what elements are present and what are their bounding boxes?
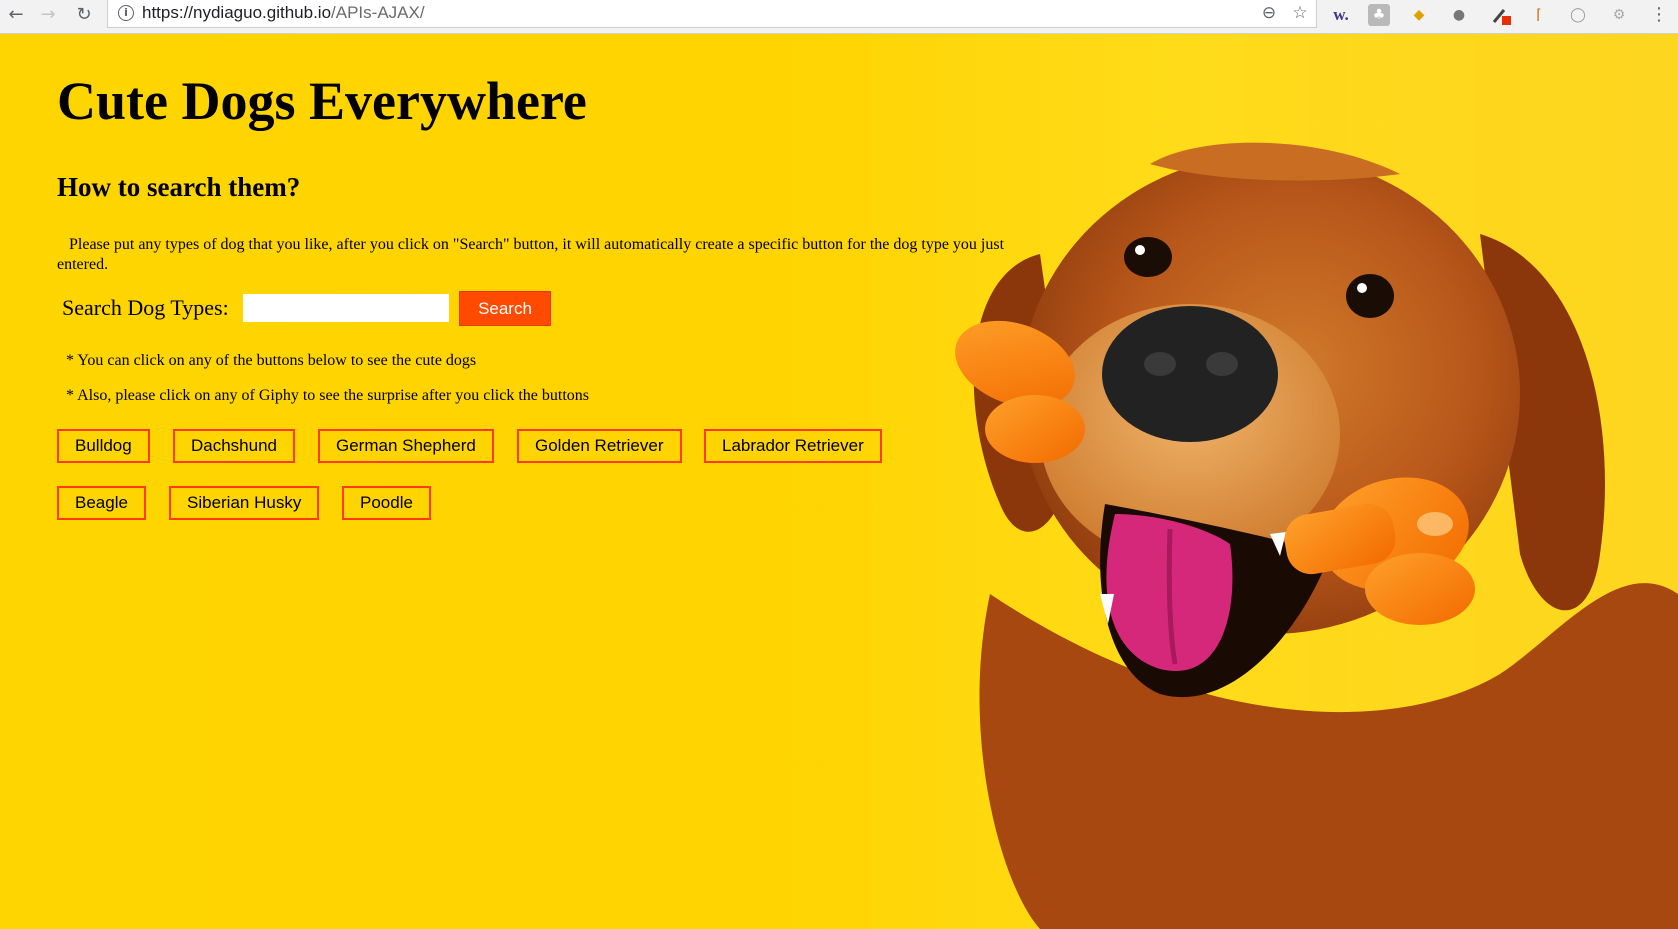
- hint-text-1: * You can click on any of the buttons be…: [66, 352, 477, 369]
- dog-button-bulldog[interactable]: Bulldog: [57, 429, 150, 463]
- hint-text-2: * Also, please click on any of Giphy to …: [66, 387, 589, 404]
- dog-button-dachshund[interactable]: Dachshund: [173, 429, 296, 463]
- dog-button-beagle[interactable]: Beagle: [57, 486, 146, 520]
- eyedropper-extension-icon[interactable]: [1490, 4, 1512, 26]
- dog-button-poodle[interactable]: Poodle: [342, 486, 431, 520]
- reload-icon[interactable]: ↻: [72, 3, 96, 27]
- dog-button-siberian-husky[interactable]: Siberian Husky: [169, 486, 320, 520]
- shield-extension-icon[interactable]: ◆: [1408, 4, 1430, 26]
- bug-extension-icon[interactable]: ●: [1448, 4, 1470, 26]
- code-extension-icon[interactable]: ◯: [1567, 4, 1589, 26]
- forward-arrow-icon[interactable]: →: [36, 3, 60, 27]
- address-bar[interactable]: i https://nydiaguo.github.io/APIs-AJAX/ …: [107, 0, 1317, 28]
- dog-button-german-shepherd[interactable]: German Shepherd: [318, 429, 494, 463]
- section-heading: How to search them?: [57, 172, 301, 202]
- browser-toolbar: ← → ↻ i https://nydiaguo.github.io/APIs-…: [0, 0, 1678, 34]
- url-text[interactable]: https://nydiaguo.github.io/APIs-AJAX/: [142, 3, 425, 23]
- menu-kebab-icon[interactable]: ⋮: [1648, 4, 1670, 26]
- search-label: Search Dog Types:: [62, 295, 229, 320]
- dog-type-search-input[interactable]: [243, 294, 449, 322]
- puzzle-extension-icon[interactable]: ♣: [1368, 4, 1390, 26]
- info-icon[interactable]: i: [118, 5, 134, 21]
- gear-extension-icon[interactable]: ⚙: [1608, 4, 1630, 26]
- back-arrow-icon[interactable]: ←: [4, 3, 28, 27]
- zoom-out-icon[interactable]: ⊖: [1258, 2, 1280, 24]
- page-title: Cute Dogs Everywhere: [57, 71, 587, 131]
- page-body: Cute Dogs Everywhere How to search them?…: [0, 34, 1678, 929]
- dog-button-labrador-retriever[interactable]: Labrador Retriever: [704, 429, 882, 463]
- dog-button-golden-retriever[interactable]: Golden Retriever: [517, 429, 682, 463]
- instructions-text: Please put any types of dog that you lik…: [57, 236, 1005, 273]
- bookmark-star-icon[interactable]: ☆: [1289, 2, 1311, 24]
- ruler-extension-icon[interactable]: ⌈: [1528, 4, 1550, 26]
- search-button[interactable]: Search: [459, 291, 551, 326]
- w-extension-icon[interactable]: w.: [1330, 4, 1352, 26]
- golden-retriever-image: [760, 34, 1678, 929]
